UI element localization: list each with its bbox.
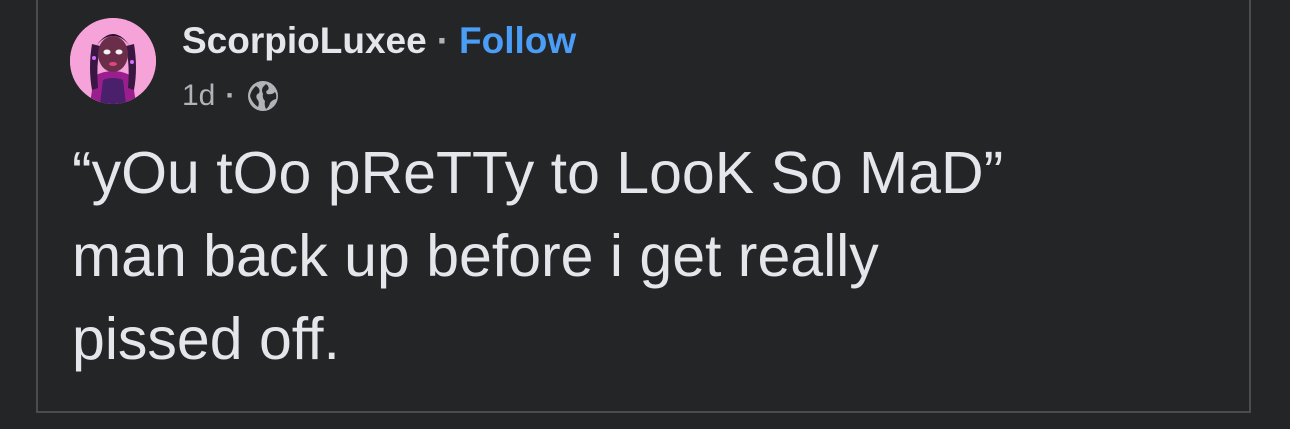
meta-separator: ·	[225, 79, 236, 112]
header-separator: ·	[436, 20, 450, 61]
author-avatar[interactable]	[70, 18, 156, 104]
post-body: “yOu tOo pReTTy to LooK So MaD” man back…	[72, 132, 1222, 381]
post-header: ScorpioLuxee · Follow	[182, 16, 576, 66]
post-meta: 1d ·	[182, 76, 281, 116]
globe-icon	[245, 78, 281, 114]
author-name[interactable]: ScorpioLuxee	[182, 20, 427, 62]
post-timestamp[interactable]: 1d	[182, 79, 215, 113]
post-text-line: “yOu tOo pReTTy to LooK So MaD”	[72, 140, 1004, 206]
post-text-line: man back up before i get really	[72, 223, 879, 289]
follow-button[interactable]: Follow	[459, 20, 576, 62]
avatar-illustration	[70, 18, 156, 104]
post-text-line: pissed off.	[72, 306, 340, 372]
